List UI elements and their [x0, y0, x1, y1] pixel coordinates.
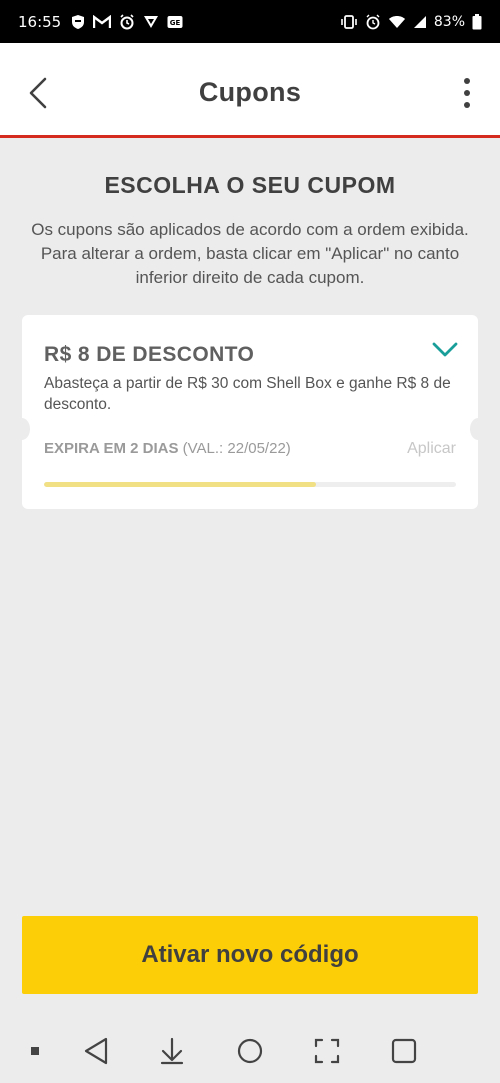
dot-icon[interactable]	[18, 1034, 52, 1068]
coupon-expiry-label: EXPIRA EM 2 DIAS	[44, 440, 179, 457]
signal-icon	[413, 14, 427, 30]
download-icon[interactable]	[155, 1034, 189, 1068]
coupon-expiry: EXPIRA EM 2 DIAS (VAL.: 22/05/22)	[44, 440, 291, 457]
coupon-notch-right	[470, 418, 486, 440]
more-dot	[464, 90, 470, 96]
vpn-icon	[143, 14, 159, 30]
recents-square-icon[interactable]	[387, 1034, 421, 1068]
coupon-progress-track	[44, 482, 456, 487]
more-options-button[interactable]	[452, 73, 482, 113]
coupon-notch-left	[14, 418, 30, 440]
gmail-icon	[93, 14, 112, 30]
shield-icon	[71, 14, 85, 30]
coupon-progress-fill	[44, 482, 316, 487]
coupon-title: R$ 8 DE DESCONTO	[44, 343, 255, 366]
coupon-validity: (VAL.: 22/05/22)	[182, 440, 291, 457]
expand-coupon-button[interactable]	[430, 337, 460, 363]
svg-text:GE: GE	[170, 19, 181, 27]
activate-new-code-button[interactable]: Ativar novo código	[22, 916, 478, 994]
battery-icon	[472, 13, 482, 30]
section-description: Os cupons são aplicados de acordo com a …	[31, 220, 469, 287]
status-time: 16:55	[18, 12, 62, 31]
news-icon: GE	[167, 14, 183, 30]
more-dot	[464, 102, 470, 108]
section-heading: ESCOLHA O SEU CUPOM	[104, 172, 396, 198]
status-right-icons: 83%	[340, 13, 482, 30]
home-circle-icon[interactable]	[233, 1034, 267, 1068]
back-triangle-icon[interactable]	[79, 1034, 113, 1068]
page-title: Cupons	[198, 77, 302, 107]
coupon-card[interactable]: R$ 8 DE DESCONTO Abasteça a partir de R$…	[14, 315, 486, 509]
battery-percent: 83%	[433, 13, 465, 30]
more-dot	[464, 78, 470, 84]
status-left-icons: GE	[71, 13, 183, 30]
wifi-icon	[388, 14, 406, 30]
alarm-icon	[365, 14, 381, 30]
apply-coupon-button[interactable]: Aplicar	[407, 440, 456, 458]
screenshot-icon[interactable]	[310, 1034, 344, 1068]
vibrate-icon	[340, 14, 358, 30]
chevron-down-icon	[432, 342, 458, 357]
system-nav-bar	[0, 1016, 500, 1083]
app-bar: Cupons	[0, 43, 500, 138]
alarm-sync-icon	[119, 13, 135, 30]
coupon-description: Abasteça a partir de R$ 30 com Shell Box…	[44, 375, 451, 413]
status-bar: 16:55 GE 83%	[0, 0, 500, 43]
